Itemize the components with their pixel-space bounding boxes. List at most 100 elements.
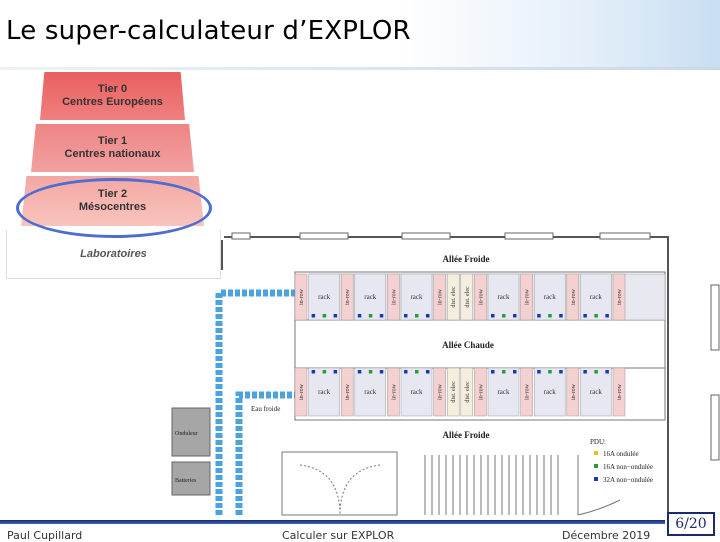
in-row-label: in-row <box>571 288 577 305</box>
pdu-marker <box>537 370 541 374</box>
tier-0-title: Tier 0 <box>97 83 128 95</box>
pdu-32a-non-ondulee-swatch <box>594 477 598 481</box>
in-row-label: in-row <box>345 288 351 305</box>
pdu-marker <box>333 314 338 318</box>
in-row-label: in-row <box>571 383 577 400</box>
ups-label: Onduleur <box>175 431 198 437</box>
tier-1-block: Tier 1 Centres nationaux <box>31 124 194 172</box>
pdu-marker <box>311 314 316 318</box>
tier-0-subtitle: Centres Européens <box>62 96 163 108</box>
rack-label: rack <box>410 388 423 396</box>
pdu-16a-non-ondulee-label: 16A non−ondulée <box>603 463 653 471</box>
pdu-marker <box>357 314 362 318</box>
rack-label: rack <box>544 388 557 396</box>
pdu-marker <box>322 370 327 374</box>
pdu-marker <box>559 370 563 374</box>
footer-author: Paul Cupillard <box>7 529 83 542</box>
rack-label: rack <box>318 293 331 301</box>
cold-water-pipe-inner <box>235 391 295 515</box>
rack-label: rack <box>590 388 603 396</box>
dist-elec-label: dist. elec <box>465 286 471 308</box>
pdu-marker <box>594 314 598 318</box>
cold-aisle-top-label: Allée Froide <box>442 254 489 264</box>
footer-rule <box>0 520 665 524</box>
rack-label: rack <box>497 388 510 396</box>
pdu-marker <box>594 370 598 374</box>
pdu-marker <box>322 314 327 318</box>
pdu-16a-non-ondulee-swatch <box>594 464 598 468</box>
tier-2-highlight-ellipse <box>16 178 212 238</box>
in-row-label: in-row <box>617 383 623 400</box>
rack-row-bottom: in-row rack in-row rack in-row rack in-row dist… <box>294 367 626 417</box>
pdu-marker <box>548 370 552 374</box>
pdu-marker <box>513 314 517 318</box>
pdu-marker <box>379 370 384 374</box>
rack-label: rack <box>364 388 377 396</box>
pdu-marker <box>379 314 384 318</box>
pdu-marker <box>583 370 587 374</box>
pdu-marker <box>404 314 408 318</box>
pdu-marker <box>559 314 563 318</box>
rack-label: rack <box>318 388 331 396</box>
pdu-marker <box>491 370 495 374</box>
in-row-label: in-row <box>391 383 397 400</box>
pdu-marker <box>426 370 430 374</box>
pdu-marker <box>491 314 495 318</box>
in-row-label: in-row <box>299 288 305 305</box>
pdu-marker <box>368 370 373 374</box>
hot-aisle-label: Allée Chaude <box>442 340 494 350</box>
in-row-label: in-row <box>617 288 623 305</box>
in-row-label: in-row <box>299 383 305 400</box>
rack-label: rack <box>364 293 377 301</box>
in-row-label: in-row <box>478 383 484 400</box>
rack-label: rack <box>544 293 557 301</box>
tier-0-block: Tier 0 Centres Européens <box>40 72 185 120</box>
pdu-marker <box>368 314 373 318</box>
pdu-marker <box>404 370 408 374</box>
rack-label: rack <box>590 293 603 301</box>
footer-date: Décembre 2019 <box>562 529 651 542</box>
pdu-marker <box>415 314 419 318</box>
tier-1-title: Tier 1 <box>97 135 128 147</box>
cold-water-label: Eau froide <box>251 405 280 413</box>
in-row-label: in-row <box>525 383 531 400</box>
tier-1-subtitle: Centres nationaux <box>64 148 161 160</box>
pdu-marker <box>415 370 419 374</box>
in-row-label: in-row <box>438 383 444 400</box>
pdu-32a-non-ondulee-label: 32A non−ondulée <box>603 476 653 484</box>
pdu-legend-title: PDU: <box>590 438 606 446</box>
rack-label: rack <box>410 293 423 301</box>
pdu-marker <box>583 314 587 318</box>
pdu-marker <box>605 370 609 374</box>
tier-pyramid: Tier 0 Centres Européens Tier 1 Centres … <box>0 72 225 282</box>
pdu-16a-ondulee-swatch <box>594 451 598 455</box>
tile-grid <box>424 455 559 515</box>
pdu-marker <box>357 370 362 374</box>
in-row-label: in-row <box>438 288 444 305</box>
dist-elec-label: dist. elec <box>451 381 457 403</box>
pdu-marker <box>548 314 552 318</box>
in-row-label: in-row <box>391 288 397 305</box>
cold-water-pipe-outer <box>215 289 295 515</box>
dist-elec-label: dist. elec <box>451 286 457 308</box>
pdu-marker <box>311 370 316 374</box>
pdu-legend: PDU: 16A ondulée 16A non−ondulée 32A non… <box>590 438 653 484</box>
cold-aisle-bottom-label: Allée Froide <box>442 430 489 440</box>
in-row-label: in-row <box>345 383 351 400</box>
pdu-marker <box>426 314 430 318</box>
tier-3-title: Laboratoires <box>80 247 147 260</box>
in-row-label: in-row <box>478 288 484 305</box>
rack-label: rack <box>497 293 510 301</box>
pdu-marker <box>513 370 517 374</box>
pdu-marker <box>502 370 506 374</box>
in-row-label: in-row <box>525 288 531 305</box>
batteries-label: Batteries <box>175 478 197 484</box>
pdu-marker <box>502 314 506 318</box>
pdu-marker <box>333 370 338 374</box>
pdu-16a-ondulee-label: 16A ondulée <box>603 450 639 458</box>
pdu-marker <box>605 314 609 318</box>
page-number: 6/20 <box>667 512 715 536</box>
footer-subtitle: Calculer sur EXPLOR <box>282 529 395 542</box>
pdu-marker <box>537 314 541 318</box>
dist-elec-label: dist. elec <box>465 381 471 403</box>
